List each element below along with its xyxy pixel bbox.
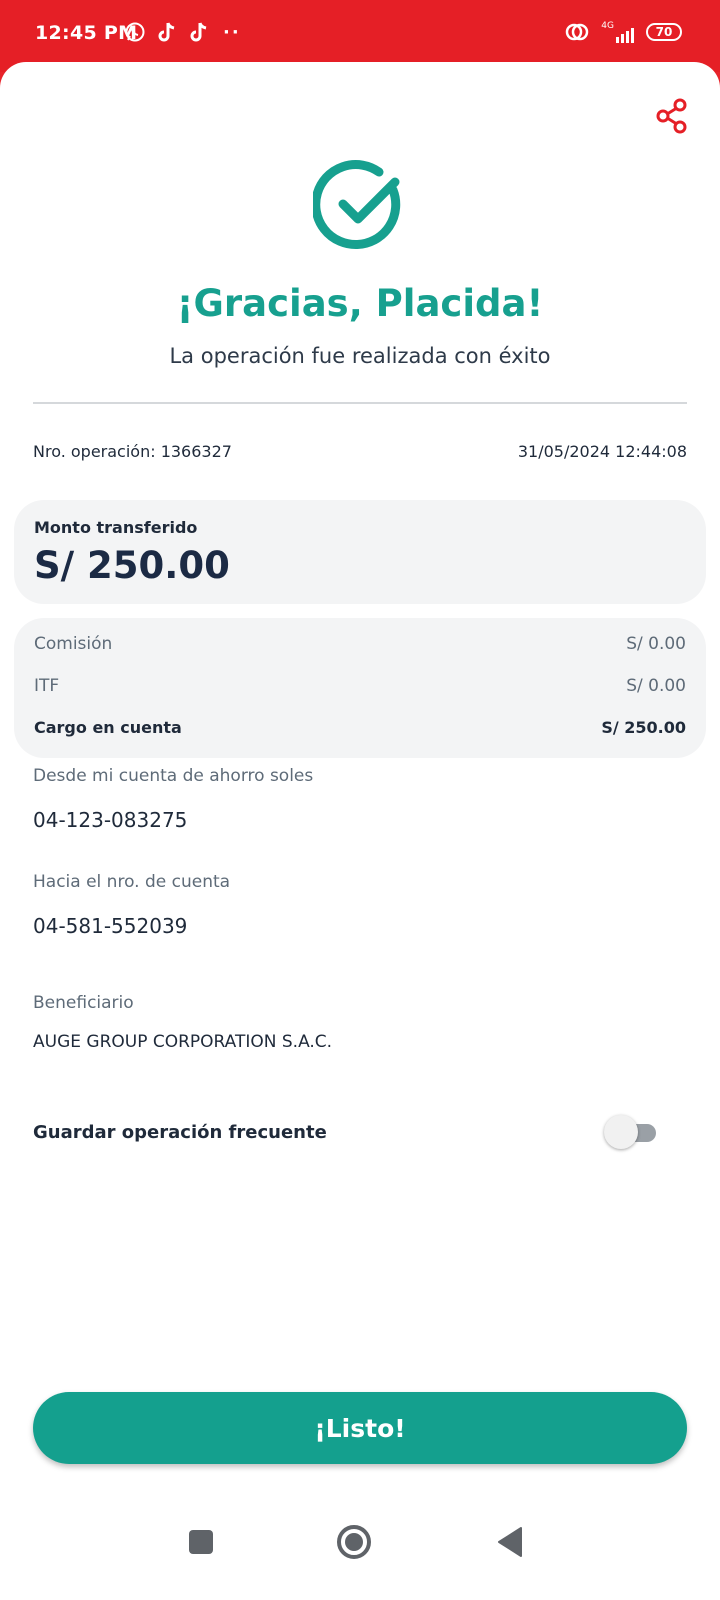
- tiktok-icon: [155, 20, 179, 44]
- share-icon: [656, 98, 687, 134]
- back-triangle-icon: [498, 1527, 522, 1557]
- fees-card: Comisión S/ 0.00 ITF S/ 0.00 Cargo en cu…: [14, 618, 706, 758]
- fee-row-itf: ITF S/ 0.00: [34, 676, 686, 696]
- beneficiary-name: AUGE GROUP CORPORATION S.A.C.: [33, 1032, 333, 1052]
- beneficiary-label: Beneficiario: [33, 993, 134, 1013]
- system-icons: 4G 70: [565, 20, 682, 44]
- operation-datetime: 31/05/2024 12:44:08: [517, 442, 687, 461]
- fee-row-commission: Comisión S/ 0.00: [34, 634, 686, 654]
- success-subtitle: La operación fue realizada con éxito: [169, 344, 551, 368]
- tiktok-icon: [187, 20, 211, 44]
- thank-you-title: ¡Gracias, Placida!: [176, 282, 544, 325]
- battery-level: 70: [655, 25, 673, 39]
- status-time: 12:45 PM: [35, 22, 138, 44]
- toggle-knob: [604, 1115, 638, 1149]
- fee-row-total-charge: Cargo en cuenta S/ 250.00: [34, 718, 686, 737]
- fee-value: S/ 250.00: [601, 718, 686, 737]
- square-icon: [189, 1530, 213, 1554]
- operation-number: Nro. operación: 1366327: [33, 442, 232, 461]
- from-account-label: Desde mi cuenta de ahorro soles: [33, 766, 314, 786]
- done-button-label: ¡Listo!: [314, 1413, 406, 1443]
- to-account-number: 04-581-552039: [33, 914, 188, 938]
- from-account-number: 04-123-083275: [33, 808, 188, 832]
- fee-label: Cargo en cuenta: [34, 718, 182, 737]
- signal-icon: 4G: [601, 21, 634, 43]
- save-frequent-toggle[interactable]: [604, 1115, 656, 1149]
- home-button[interactable]: [334, 1522, 374, 1562]
- more-notifications-icon: ··: [223, 21, 241, 43]
- fee-label: Comisión: [34, 634, 113, 654]
- fee-value: S/ 0.00: [626, 634, 686, 654]
- circle-icon: [337, 1525, 371, 1559]
- recents-button[interactable]: [181, 1522, 221, 1562]
- done-button[interactable]: ¡Listo!: [33, 1392, 687, 1464]
- back-button[interactable]: [490, 1522, 530, 1562]
- hotspot-icon: [565, 20, 589, 44]
- notification-icons: ··: [123, 20, 241, 44]
- fee-label: ITF: [34, 676, 60, 696]
- battery-icon: 70: [646, 23, 682, 41]
- divider: [33, 402, 687, 404]
- amount-label: Monto transferido: [34, 518, 198, 537]
- save-frequent-label: Guardar operación frecuente: [33, 1122, 327, 1143]
- amount-value: S/ 250.00: [34, 544, 230, 587]
- system-nav-bar: [0, 1486, 720, 1600]
- to-account-label: Hacia el nro. de cuenta: [33, 872, 231, 892]
- success-check-icon: [311, 160, 407, 254]
- operation-row: Nro. operación: 1366327 31/05/2024 12:44…: [33, 442, 687, 461]
- fee-value: S/ 0.00: [626, 676, 686, 696]
- whatsapp-icon: [123, 20, 147, 44]
- amount-card: Monto transferido S/ 250.00: [14, 500, 706, 604]
- receipt-sheet: ¡Gracias, Placida! La operación fue real…: [0, 62, 720, 1600]
- share-button[interactable]: [652, 96, 692, 136]
- network-type: 4G: [601, 21, 614, 31]
